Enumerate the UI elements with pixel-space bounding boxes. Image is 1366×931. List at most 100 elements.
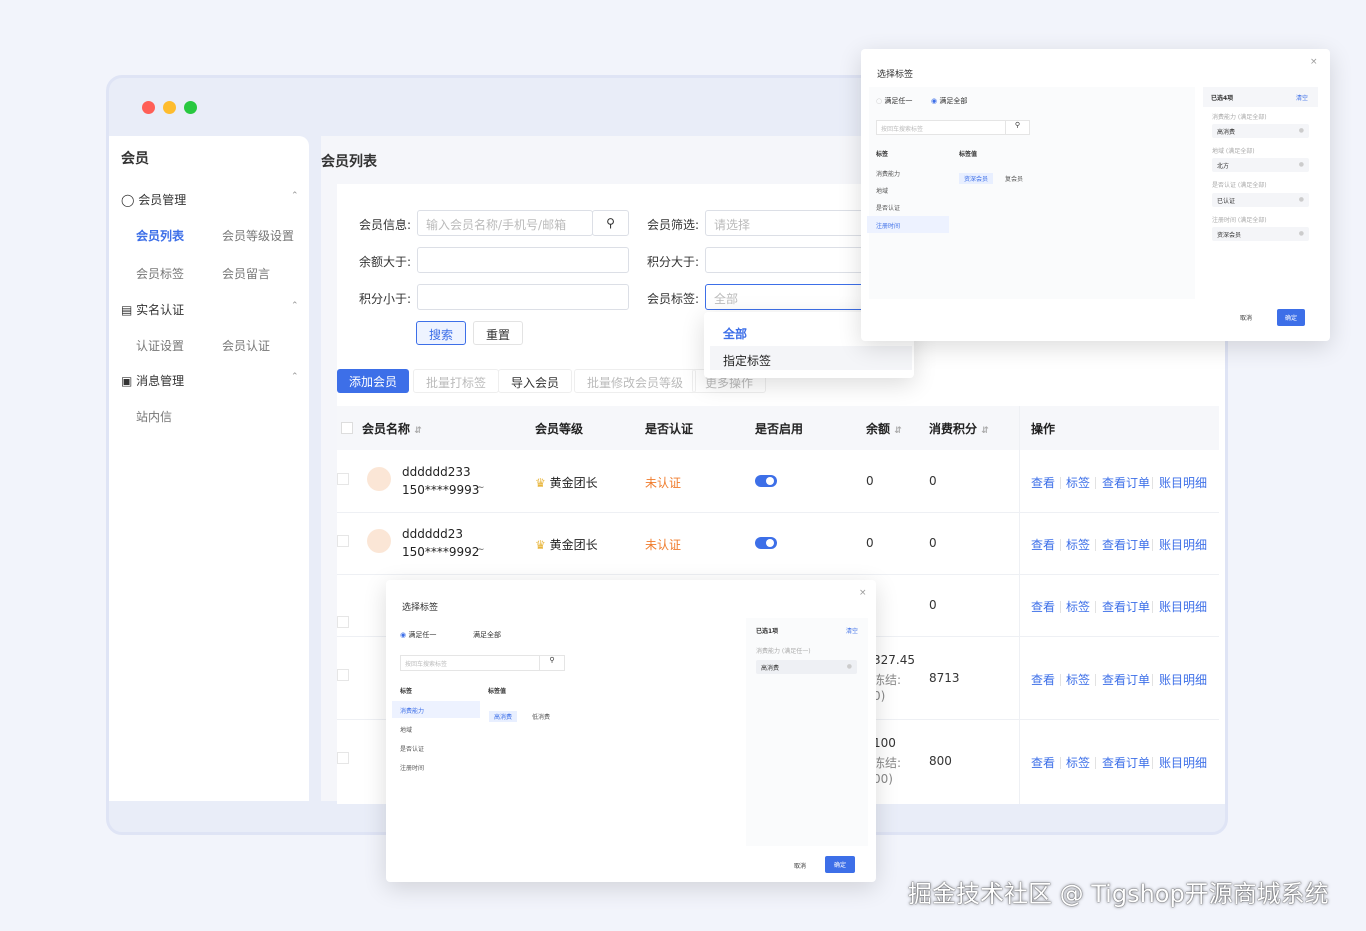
row-checkbox[interactable] bbox=[337, 669, 349, 681]
account-detail-link[interactable]: 账目明细 bbox=[1159, 536, 1207, 553]
tag-link[interactable]: 标签 bbox=[1066, 474, 1090, 491]
tag-search-input[interactable]: 按回车搜索标签 bbox=[876, 120, 1006, 135]
cancel-button[interactable]: 取消 bbox=[1240, 313, 1252, 322]
column-header-balance[interactable]: 余额 ⇵ bbox=[866, 420, 902, 437]
sidebar-item-member-tags[interactable]: 会员标签 bbox=[136, 265, 184, 282]
chevron-up-icon[interactable]: ⌃ bbox=[291, 372, 299, 382]
account-detail-link[interactable]: 账目明细 bbox=[1159, 598, 1207, 615]
maximize-window-icon[interactable] bbox=[184, 101, 197, 114]
eye-closed-icon[interactable]: ∼ bbox=[477, 483, 485, 493]
tag-search-input[interactable]: 按回车搜索标签 bbox=[400, 655, 540, 671]
tag-link[interactable]: 标签 bbox=[1066, 536, 1090, 553]
eye-closed-icon[interactable]: ∼ bbox=[477, 545, 485, 555]
remove-icon[interactable]: ● bbox=[1299, 230, 1304, 237]
view-link[interactable]: 查看 bbox=[1031, 536, 1055, 553]
tag-item[interactable]: 消费能力 bbox=[400, 706, 424, 715]
row-checkbox[interactable] bbox=[337, 535, 349, 547]
column-header-level: 会员等级 bbox=[535, 422, 584, 436]
search-icon[interactable]: ⚲ bbox=[592, 210, 629, 236]
chevron-up-icon[interactable]: ⌃ bbox=[291, 301, 299, 311]
view-orders-link[interactable]: 查看订单 bbox=[1102, 598, 1150, 615]
radio-all[interactable]: ◉ 满足全部 bbox=[931, 96, 967, 106]
column-header-points[interactable]: 消费积分 ⇵ bbox=[929, 420, 989, 437]
radio-all[interactable]: 满足全部 bbox=[473, 630, 501, 640]
view-link[interactable]: 查看 bbox=[1031, 671, 1055, 688]
sidebar-group-realname[interactable]: ▤ 实名认证 bbox=[121, 301, 184, 318]
column-header-name[interactable]: 会员名称 ⇵ bbox=[362, 420, 422, 437]
row-checkbox[interactable] bbox=[337, 616, 349, 628]
tag-value-chip[interactable]: 资深会员 bbox=[959, 173, 994, 184]
view-orders-link[interactable]: 查看订单 bbox=[1102, 754, 1150, 771]
points-lt-input[interactable] bbox=[417, 284, 629, 310]
tag-item[interactable]: 地域 bbox=[400, 725, 412, 734]
view-orders-link[interactable]: 查看订单 bbox=[1102, 671, 1150, 688]
points-gt-input[interactable] bbox=[705, 247, 865, 273]
dropdown-option-all[interactable]: 全部 bbox=[723, 325, 747, 342]
close-window-icon[interactable] bbox=[142, 101, 155, 114]
minimize-window-icon[interactable] bbox=[163, 101, 176, 114]
batch-tag-button[interactable]: 批量打标签 bbox=[413, 369, 500, 393]
reset-button[interactable]: 重置 bbox=[473, 321, 524, 345]
tag-link[interactable]: 标签 bbox=[1066, 598, 1090, 615]
tag-link[interactable]: 标签 bbox=[1066, 754, 1090, 771]
tag-value-chip[interactable]: 复会员 bbox=[1005, 174, 1023, 183]
clear-button[interactable]: 清空 bbox=[846, 626, 858, 635]
sidebar-group-messages[interactable]: ▣ 消息管理 bbox=[121, 372, 184, 389]
remove-icon[interactable]: ● bbox=[847, 663, 852, 670]
view-link[interactable]: 查看 bbox=[1031, 754, 1055, 771]
close-icon[interactable]: × bbox=[1310, 57, 1318, 67]
tag-value-chip[interactable]: 低消费 bbox=[532, 712, 550, 721]
account-detail-link[interactable]: 账目明细 bbox=[1159, 474, 1207, 491]
dropdown-option-specific[interactable]: 指定标签 bbox=[723, 352, 771, 369]
select-all-checkbox[interactable] bbox=[341, 422, 353, 434]
confirm-button[interactable]: 确定 bbox=[825, 856, 856, 873]
sidebar-item-member-messages[interactable]: 会员留言 bbox=[222, 265, 270, 282]
row-checkbox[interactable] bbox=[337, 473, 349, 485]
account-detail-link[interactable]: 账目明细 bbox=[1159, 671, 1207, 688]
view-orders-link[interactable]: 查看订单 bbox=[1102, 536, 1150, 553]
remove-icon[interactable]: ● bbox=[1299, 161, 1304, 168]
tag-item[interactable]: 地域 bbox=[876, 186, 888, 195]
tag-value-chip[interactable]: 高消费 bbox=[489, 711, 518, 722]
tag-item[interactable]: 注册时间 bbox=[400, 763, 424, 772]
chevron-up-icon[interactable]: ⌃ bbox=[291, 191, 299, 201]
member-filter-select[interactable]: 请选择 bbox=[705, 210, 865, 236]
sidebar-item-member-auth[interactable]: 会员认证 bbox=[222, 337, 270, 354]
view-link[interactable]: 查看 bbox=[1031, 598, 1055, 615]
row-checkbox[interactable] bbox=[337, 752, 349, 764]
account-detail-link[interactable]: 账目明细 bbox=[1159, 754, 1207, 771]
sidebar-item-member-list[interactable]: 会员列表 bbox=[136, 227, 184, 244]
remove-icon[interactable]: ● bbox=[1299, 196, 1304, 203]
sidebar-item-auth-settings[interactable]: 认证设置 bbox=[136, 337, 184, 354]
tag-link[interactable]: 标签 bbox=[1066, 671, 1090, 688]
sidebar-item-inbox[interactable]: 站内信 bbox=[136, 408, 172, 425]
confirm-button[interactable]: 确定 bbox=[1277, 309, 1306, 326]
member-tag-select[interactable]: 全部 bbox=[705, 284, 865, 310]
add-member-button[interactable]: 添加会员 bbox=[337, 369, 410, 393]
radio-any[interactable]: ◉ 满足任一 bbox=[400, 630, 436, 640]
enabled-toggle[interactable] bbox=[755, 537, 777, 549]
enabled-toggle[interactable] bbox=[755, 475, 777, 487]
search-icon[interactable]: ⚲ bbox=[539, 655, 565, 671]
tag-item[interactable]: 是否认证 bbox=[876, 203, 900, 212]
search-icon[interactable]: ⚲ bbox=[1005, 120, 1030, 135]
radio-any[interactable]: ○ 满足任一 bbox=[876, 96, 912, 106]
view-orders-link[interactable]: 查看订单 bbox=[1102, 474, 1150, 491]
import-member-button[interactable]: 导入会员 bbox=[498, 369, 573, 393]
member-info-input[interactable]: 输入会员名称/手机号/邮箱 bbox=[417, 210, 593, 236]
tag-item[interactable]: 注册时间 bbox=[876, 221, 900, 230]
close-icon[interactable]: × bbox=[859, 588, 867, 598]
tag-item[interactable]: 是否认证 bbox=[400, 744, 424, 753]
batch-level-button[interactable]: 批量修改会员等级 bbox=[574, 369, 697, 393]
sidebar-item-level-settings[interactable]: 会员等级设置 bbox=[222, 227, 294, 244]
remove-icon[interactable]: ● bbox=[1299, 127, 1304, 134]
avatar bbox=[367, 529, 391, 553]
clear-button[interactable]: 清空 bbox=[1296, 93, 1308, 102]
cancel-button[interactable]: 取消 bbox=[794, 861, 806, 870]
user-icon: ◯ bbox=[121, 193, 135, 207]
sidebar-group-member[interactable]: ◯ 会员管理 bbox=[121, 191, 186, 208]
balance-input[interactable] bbox=[417, 247, 629, 273]
search-button[interactable]: 搜索 bbox=[416, 321, 467, 345]
tag-item[interactable]: 消费能力 bbox=[876, 169, 900, 178]
view-link[interactable]: 查看 bbox=[1031, 474, 1055, 491]
